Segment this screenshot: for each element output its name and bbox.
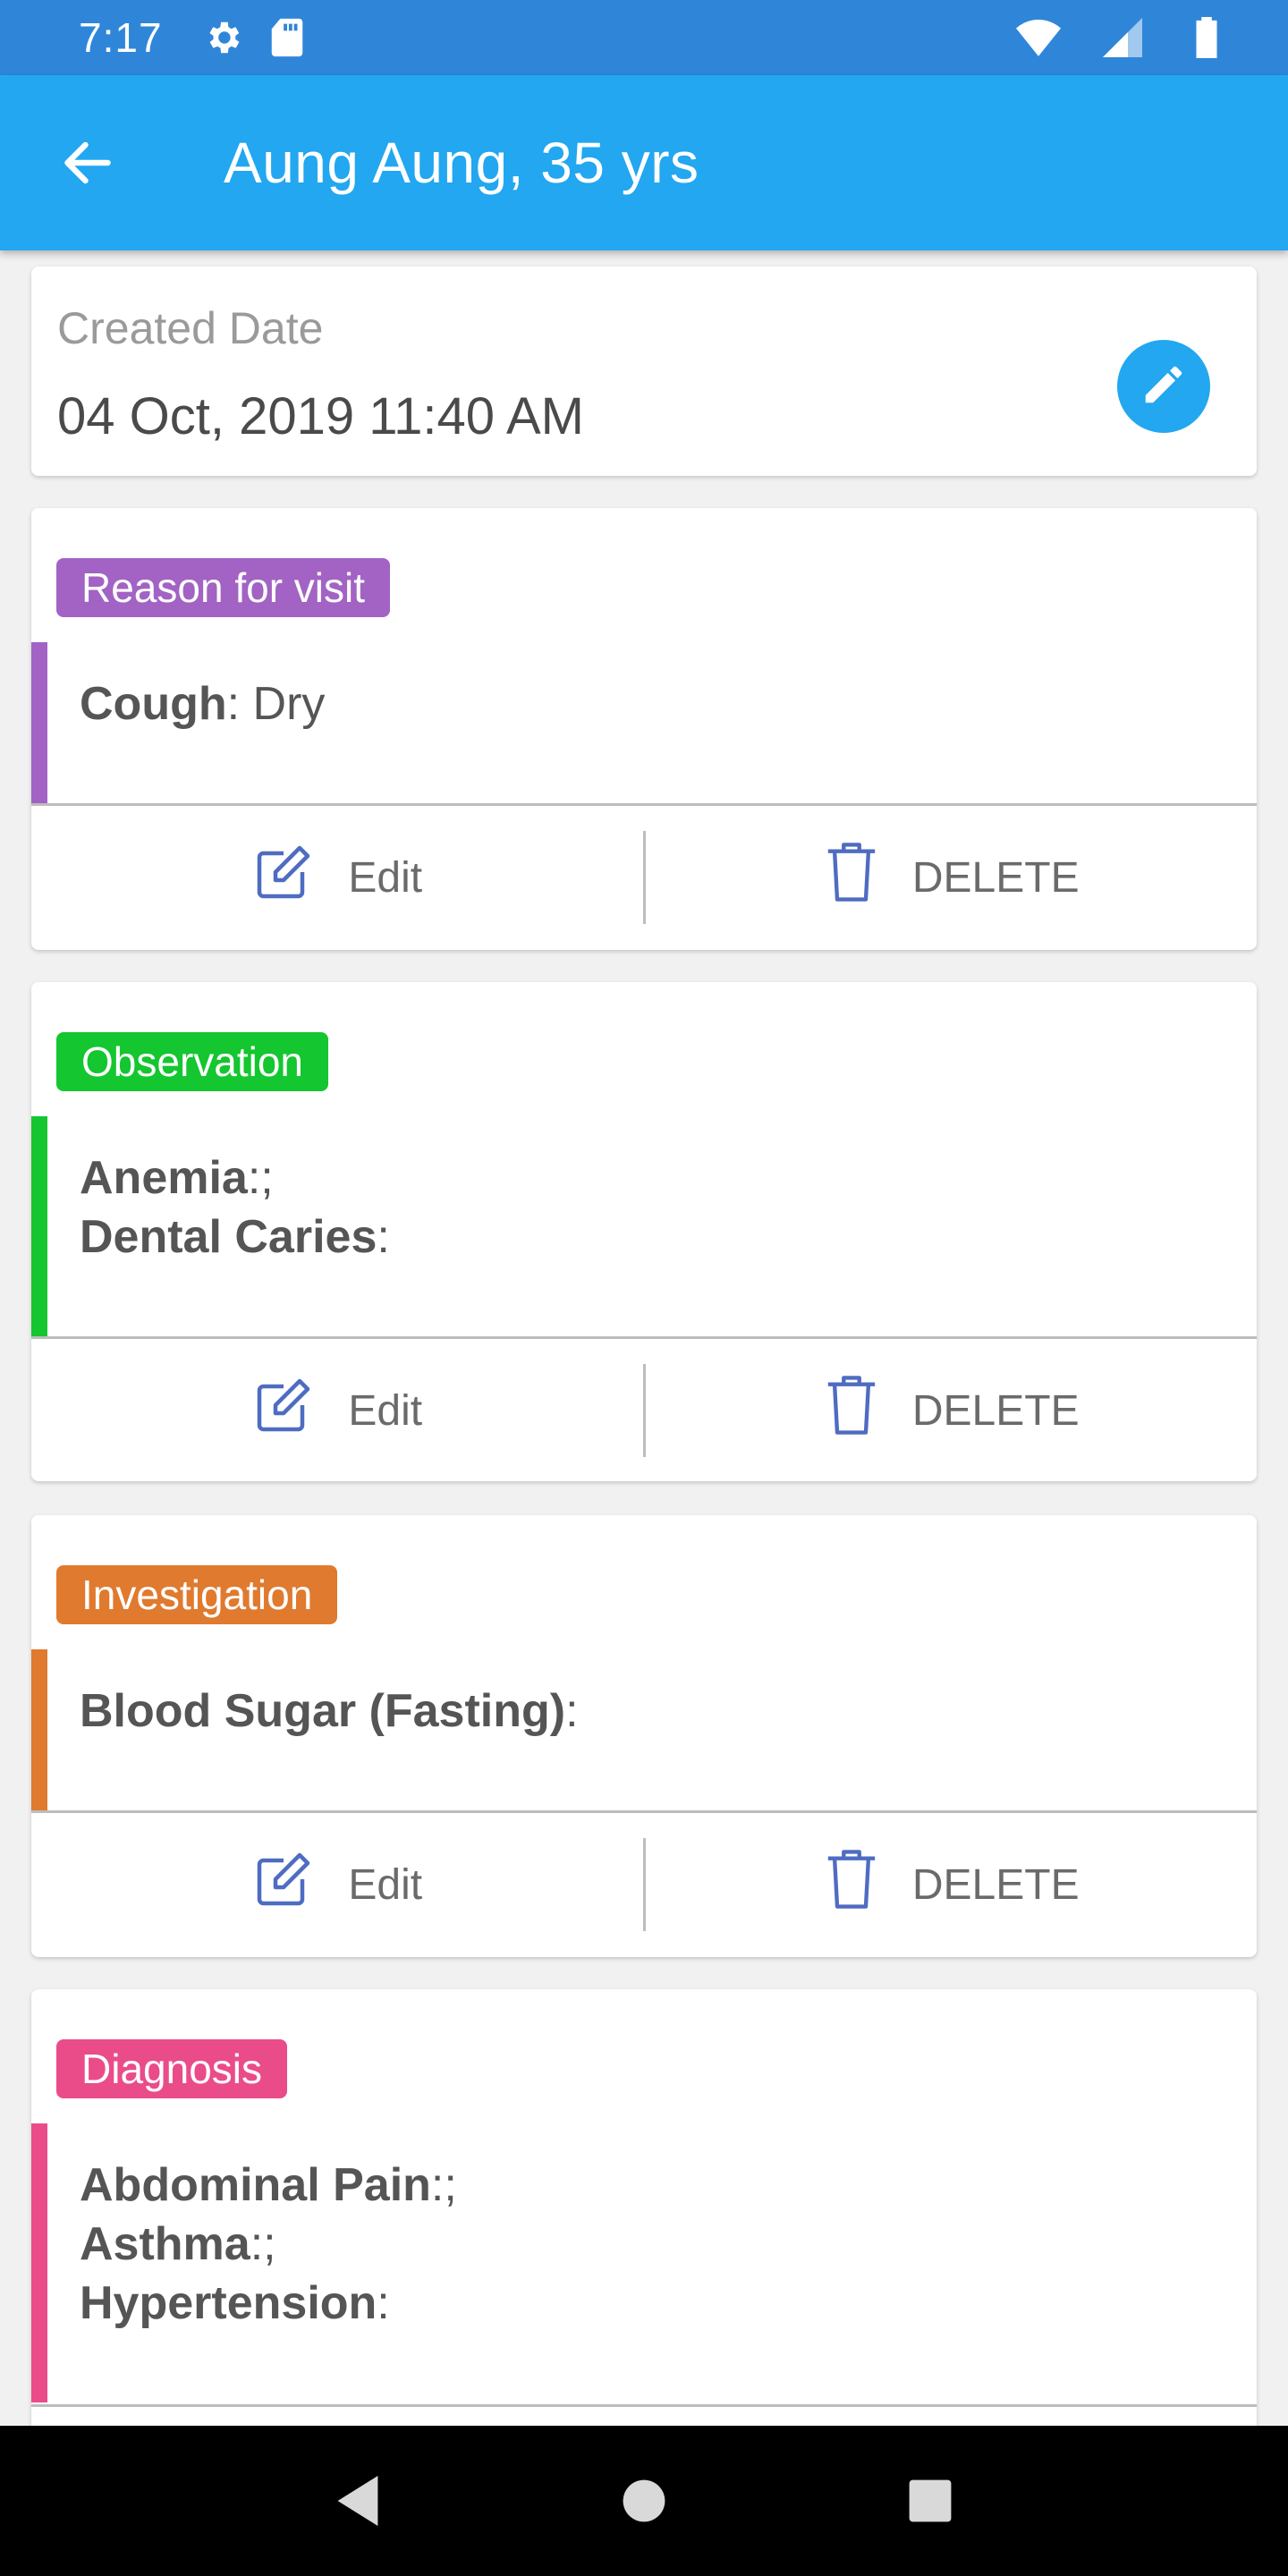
entry-separator: :: [377, 2277, 390, 2329]
section-tag: Investigation: [56, 1565, 338, 1624]
entry-name: Dental Caries: [80, 1211, 377, 1263]
edit-label: Edit: [348, 1860, 423, 1909]
wifi-icon: [1016, 15, 1061, 60]
edit-record-button[interactable]: [1117, 340, 1210, 433]
card-actions: Edit DELETE: [31, 1340, 1257, 1481]
trash-icon: [823, 1373, 880, 1448]
card-actions: Edit DELETE: [31, 1814, 1257, 1955]
nav-back-icon[interactable]: [313, 2456, 402, 2546]
nav-recents-icon[interactable]: [886, 2456, 975, 2546]
edit-button[interactable]: Edit: [31, 1340, 643, 1481]
divider: [31, 2404, 1257, 2407]
observation-card: Observation Anemia:; Dental Caries: Edit…: [31, 982, 1257, 1481]
created-date-label: Created Date: [57, 303, 324, 353]
entry-name: Abdominal Pain: [80, 2159, 431, 2211]
pencil-icon: [1140, 360, 1188, 413]
reason-for-visit-card: Reason for visit Cough: Dry Edit DELETE: [31, 508, 1257, 950]
delete-button[interactable]: DELETE: [646, 1814, 1258, 1955]
back-arrow-icon[interactable]: [43, 118, 132, 208]
entry-name: Anemia: [80, 1152, 248, 1204]
edit-square-icon: [251, 1373, 316, 1448]
delete-button[interactable]: DELETE: [646, 807, 1258, 948]
status-time: 7:17: [79, 14, 163, 61]
status-bar: 7:17: [0, 0, 1288, 75]
edit-label: Edit: [348, 853, 423, 902]
entry-line: Asthma:;: [47, 2215, 1257, 2274]
entry-separator: :: [226, 678, 253, 730]
section-body: Blood Sugar (Fasting):: [31, 1649, 1257, 1810]
entry-separator: :: [377, 1211, 390, 1263]
edit-button[interactable]: Edit: [31, 1814, 643, 1955]
entry-name: Blood Sugar (Fasting): [80, 1685, 566, 1737]
created-date-value: 04 Oct, 2019 11:40 AM: [57, 387, 584, 445]
edit-square-icon: [251, 840, 316, 915]
app-bar: Aung Aung, 35 yrs: [0, 75, 1288, 250]
entry-line: Anemia:;: [47, 1148, 1257, 1208]
edit-label: Edit: [348, 1386, 423, 1435]
divider: [31, 1336, 1257, 1339]
divider: [31, 1810, 1257, 1813]
edit-button[interactable]: Edit: [31, 807, 643, 948]
section-tag: Observation: [56, 1032, 329, 1091]
entry-line: Cough: Dry: [47, 674, 1257, 733]
entry-separator: :;: [250, 2218, 276, 2270]
delete-label: DELETE: [911, 1386, 1080, 1435]
entry-separator: :;: [430, 2159, 457, 2211]
entry-name: Hypertension: [80, 2277, 377, 2329]
trash-icon: [823, 840, 880, 915]
investigation-card: Investigation Blood Sugar (Fasting): Edi…: [31, 1515, 1257, 1957]
page-title: Aung Aung, 35 yrs: [224, 131, 699, 195]
section-tag: Reason for visit: [56, 558, 391, 617]
delete-button[interactable]: DELETE: [646, 1340, 1258, 1481]
divider: [31, 803, 1257, 806]
entry-value: Dry: [252, 678, 326, 730]
nav-home-icon[interactable]: [599, 2456, 689, 2546]
entry-separator: :: [565, 1685, 579, 1737]
section-body: Cough: Dry: [31, 642, 1257, 803]
delete-label: DELETE: [911, 853, 1080, 902]
system-nav-bar: [0, 2426, 1288, 2576]
trash-icon: [823, 1847, 880, 1922]
entry-line: Dental Caries:: [47, 1208, 1257, 1267]
entry-separator: :;: [247, 1152, 274, 1204]
signal-icon: [1100, 15, 1145, 60]
diagnosis-card: Diagnosis Abdominal Pain:; Asthma:; Hype…: [31, 1989, 1257, 2426]
entry-line: Hypertension:: [47, 2274, 1257, 2333]
battery-icon: [1184, 15, 1229, 60]
entry-name: Asthma: [80, 2218, 250, 2270]
edit-square-icon: [251, 1847, 316, 1922]
settings-gear-icon: [200, 15, 245, 60]
delete-label: DELETE: [911, 1860, 1080, 1909]
section-tag: Diagnosis: [56, 2039, 287, 2098]
section-body: Anemia:; Dental Caries:: [31, 1116, 1257, 1336]
record-content[interactable]: Created Date 04 Oct, 2019 11:40 AM Reaso…: [0, 250, 1288, 2426]
sd-card-icon: [265, 15, 309, 60]
entry-line: Abdominal Pain:;: [47, 2156, 1257, 2215]
card-actions: Edit DELETE: [31, 807, 1257, 948]
entry-line: Blood Sugar (Fasting):: [47, 1682, 1257, 1741]
section-body: Abdominal Pain:; Asthma:; Hypertension:: [31, 2123, 1257, 2402]
created-date-card: Created Date 04 Oct, 2019 11:40 AM: [31, 267, 1257, 476]
entry-name: Cough: [80, 678, 227, 730]
